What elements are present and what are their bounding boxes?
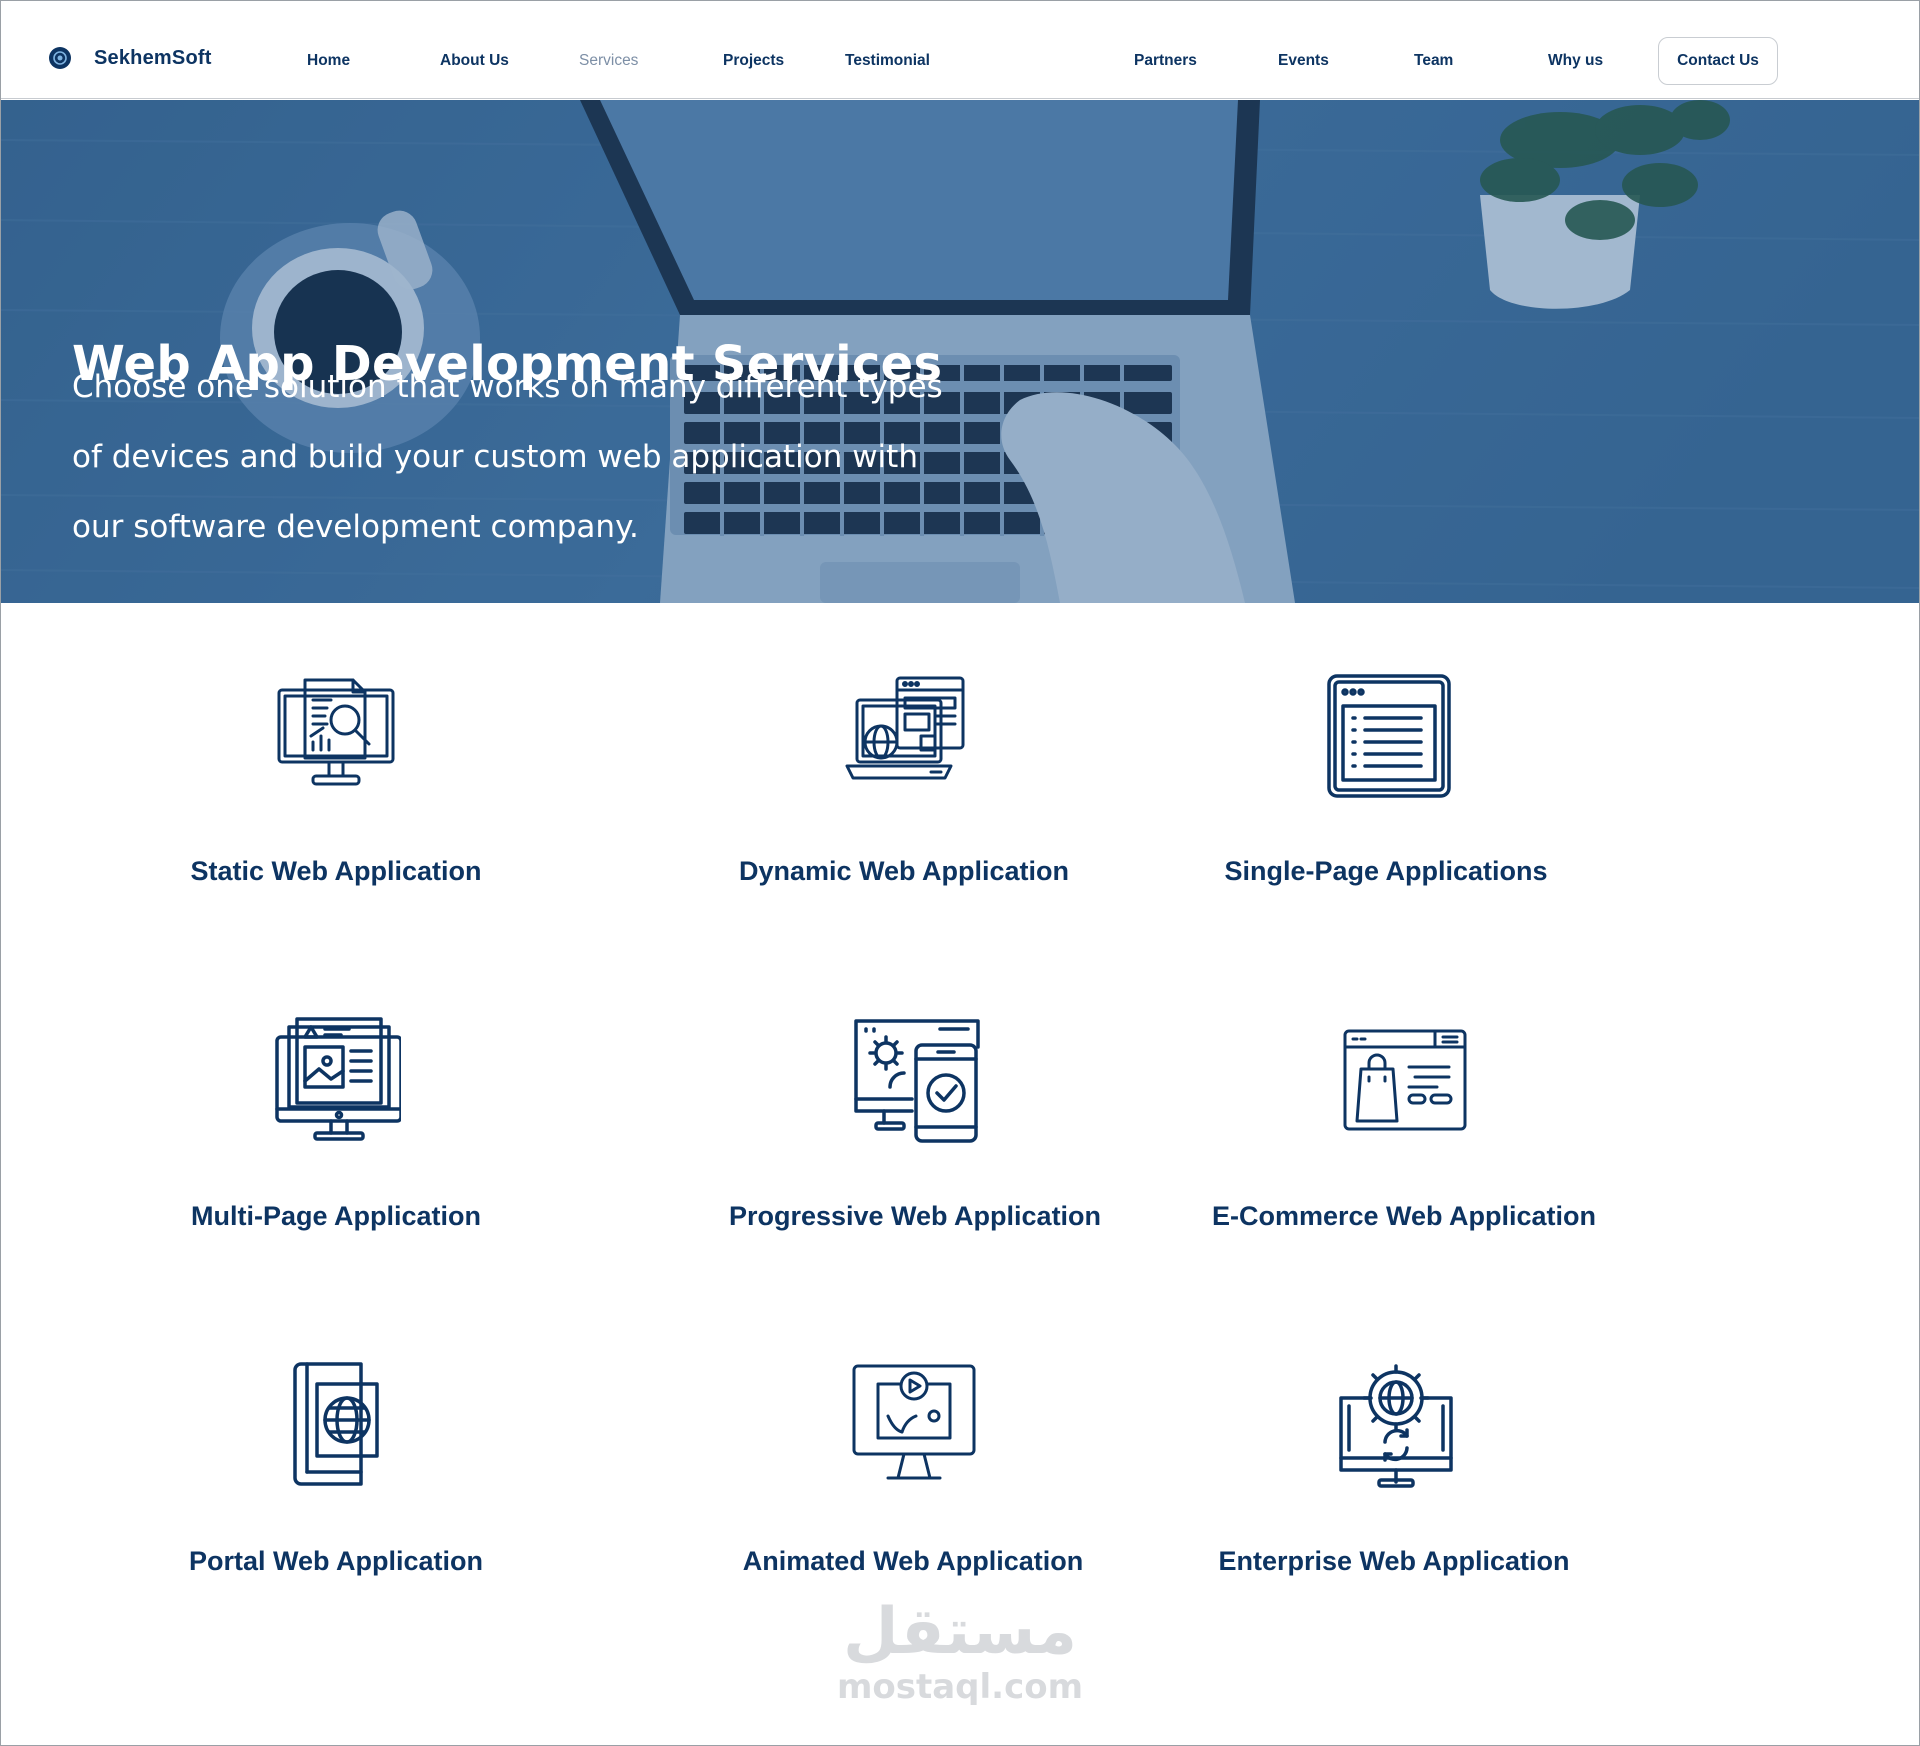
top-navigation-bar: SekhemSoft Home About Us Services Projec… [0,0,1920,99]
nav-events[interactable]: Events [1278,52,1329,70]
book-globe-portal-icon [293,1362,379,1486]
service-label: Dynamic Web Application [738,856,1070,886]
service-label: Static Web Application [190,856,482,886]
service-card-single-page[interactable]: Single-Page Applications [1126,670,1646,887]
service-card-progressive[interactable]: Progressive Web Application [655,1015,1175,1232]
brand-logo[interactable]: SekhemSoft [48,46,212,70]
service-card-enterprise[interactable]: Enterprise Web Application [1134,1360,1654,1577]
service-label: Progressive Web Application [728,1201,1102,1231]
hero-description-line-3: our software development company. [72,509,639,545]
nav-why-us[interactable]: Why us [1548,52,1603,70]
desktop-gear-mobile-check-icon [854,1019,980,1143]
mostaql-watermark: مستقل mostaql.com [830,1600,1090,1704]
watermark-arabic: مستقل [842,1595,1078,1669]
nav-services[interactable]: Services [579,52,638,70]
monitor-play-animation-icon [852,1364,976,1480]
service-card-dynamic[interactable]: Dynamic Web Application [644,670,1164,887]
hero-description-line-1: Choose one solution that works on many d… [72,369,943,405]
service-label: Multi-Page Application [191,1201,481,1231]
service-card-animated[interactable]: Animated Web Application [653,1360,1173,1577]
browser-shopping-bag-icon [1343,1029,1467,1131]
nav-partners[interactable]: Partners [1134,52,1197,70]
logo-mark-icon [49,47,71,69]
nav-home[interactable]: Home [307,52,350,70]
nav-testimonial[interactable]: Testimonial [845,52,930,70]
service-card-multi-page[interactable]: Multi-Page Application [76,1015,596,1232]
service-card-ecommerce[interactable]: E-Commerce Web Application [1144,1015,1664,1232]
monitor-gear-globe-sync-icon [1339,1364,1453,1488]
service-card-static[interactable]: Static Web Application [76,670,596,887]
hero-banner: Web App Development Services Choose one … [0,100,1920,603]
contact-us-button[interactable]: Contact Us [1658,37,1778,85]
watermark-latin: mostaql.com [836,1667,1084,1707]
service-label: Animated Web Application [742,1546,1084,1576]
nav-projects[interactable]: Projects [723,52,784,70]
service-label: E-Commerce Web Application [1211,1201,1597,1231]
service-card-portal[interactable]: Portal Web Application [76,1360,596,1577]
service-label: Portal Web Application [188,1546,484,1576]
hero-description-line-2: of devices and build your custom web app… [72,439,918,475]
service-label: Enterprise Web Application [1218,1546,1570,1576]
laptop-globe-windows-icon [845,676,965,780]
nav-team[interactable]: Team [1414,52,1453,70]
brand-name: SekhemSoft [94,46,212,69]
service-label: Single-Page Applications [1224,856,1548,886]
monitor-report-search-icon [277,678,395,786]
browser-list-page-icon [1327,674,1451,798]
nav-about-us[interactable]: About Us [440,52,509,70]
monitor-multi-page-icon [275,1017,401,1141]
